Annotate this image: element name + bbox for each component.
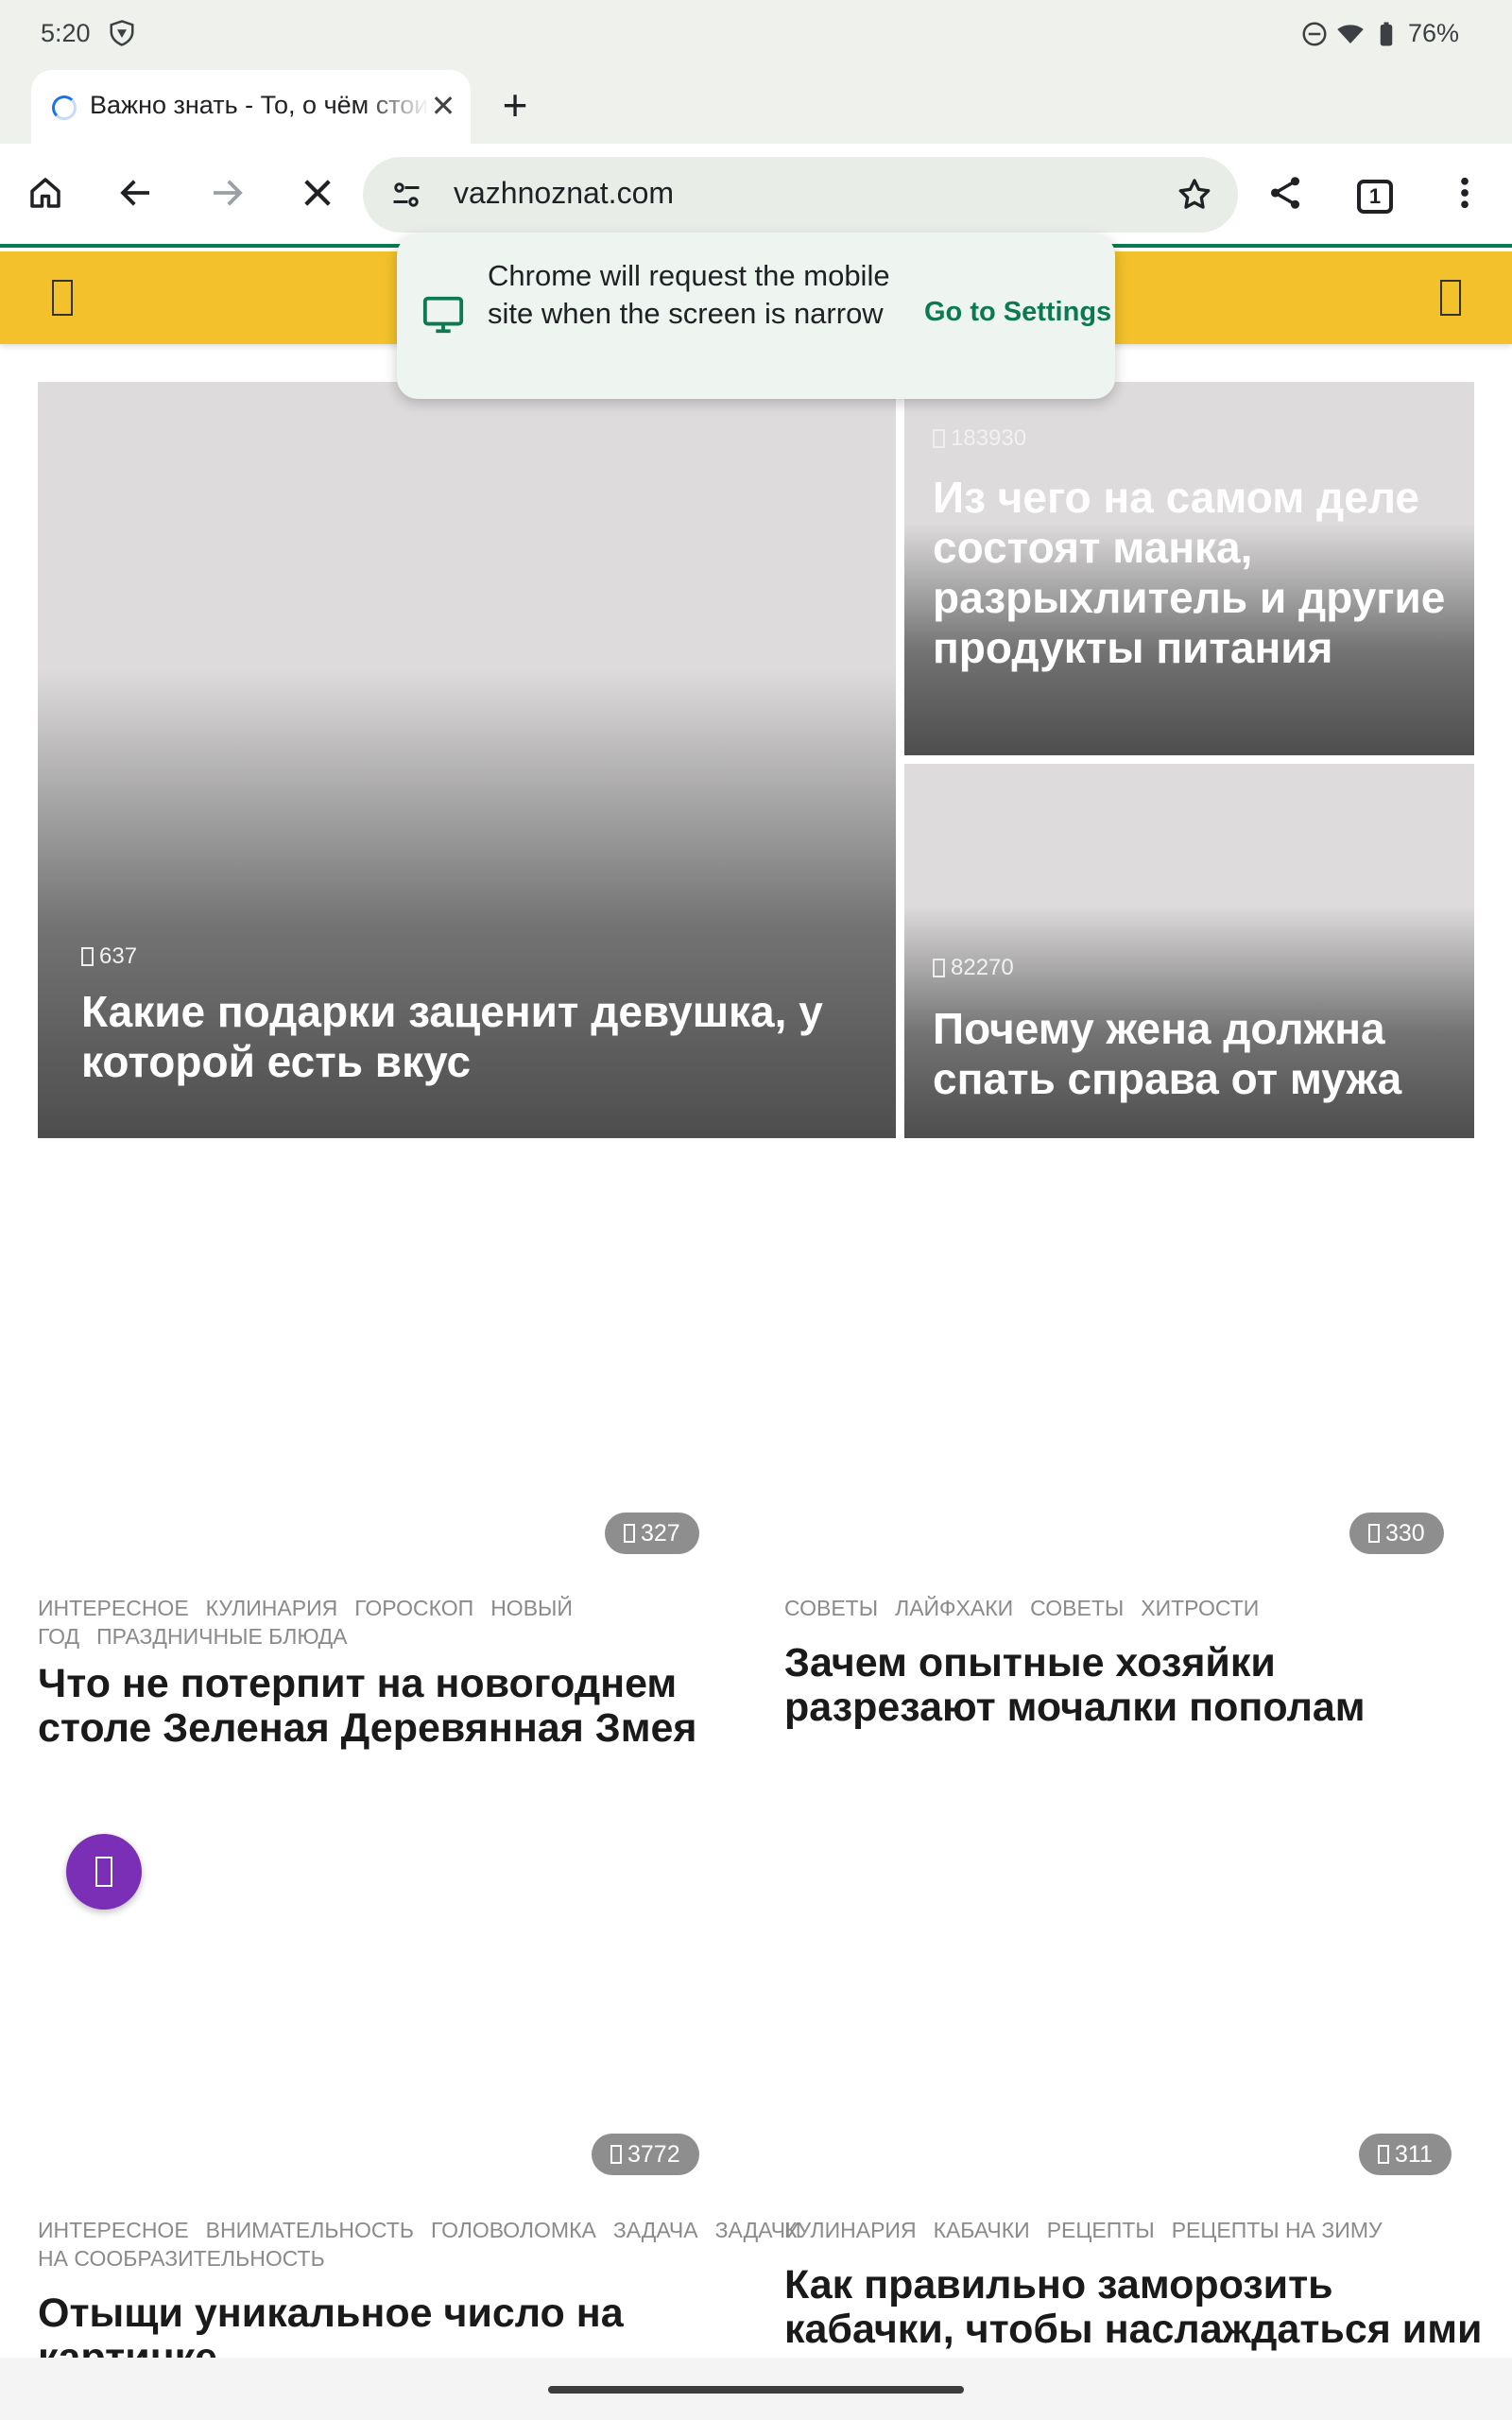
tab-title: Важно знать - То, о чём стоит знать	[90, 91, 430, 119]
hero-title: Почему жена должна спать справа от мужа	[933, 1004, 1402, 1103]
hero-views: 637	[81, 943, 137, 970]
wifi-icon	[1337, 24, 1364, 43]
menu-button[interactable]	[1438, 166, 1491, 219]
comment-icon	[1378, 2145, 1389, 2164]
tag-link[interactable]: Интересное	[38, 1596, 189, 1620]
back-button[interactable]	[110, 166, 163, 219]
bell-icon	[95, 1857, 112, 1887]
status-right: 76%	[1300, 19, 1459, 48]
system-nav-bar	[0, 2358, 1512, 2420]
home-button[interactable]	[19, 166, 72, 219]
forward-button[interactable]	[200, 166, 253, 219]
new-tab-button[interactable]: +	[491, 83, 539, 130]
comment-count-badge: 330	[1349, 1512, 1444, 1554]
hero-views: 183930	[933, 425, 1026, 452]
article-tags: Интересное Кулинария Гороскоп Новый год Праз…	[38, 1594, 718, 1651]
popup-message: Chrome will request the mobile site when…	[488, 259, 890, 330]
eye-icon	[933, 959, 945, 977]
tag-link[interactable]: Лайфхаки	[895, 1596, 1013, 1620]
comment-icon	[1368, 1524, 1380, 1543]
tab-switcher-button[interactable]: 1	[1357, 180, 1393, 214]
tag-link[interactable]: Головоломка	[431, 2218, 596, 2242]
tag-link[interactable]: Праздничные блюда	[96, 1624, 347, 1649]
tag-link[interactable]: Внимательность	[206, 2218, 414, 2242]
browser-toolbar: vazhnoznat.com 1	[0, 144, 1512, 248]
tab-close-icon[interactable]: ✕	[427, 90, 459, 122]
back-arrow-icon	[120, 180, 149, 206]
tag-link[interactable]: Кабачки	[934, 2218, 1030, 2242]
search-icon[interactable]	[1440, 280, 1461, 316]
desktop-monitor-icon	[422, 296, 464, 334]
loading-spinner-icon	[52, 95, 77, 120]
stop-loading-button[interactable]	[291, 166, 344, 219]
article-tags: Интересное Внимательность Головоломка Задач…	[38, 2216, 801, 2273]
tag-link[interactable]: Задача	[613, 2218, 698, 2242]
hero-card-main[interactable]: 637 Какие подарки заценит девушка, у кот…	[38, 382, 896, 1138]
tag-link[interactable]: Интересное	[38, 2218, 189, 2242]
tag-link[interactable]: Советы	[784, 1596, 878, 1620]
hero-title: Какие подарки заценит девушка, у которой…	[81, 987, 823, 1086]
vpn-icon	[110, 20, 134, 46]
tag-link[interactable]: Советы	[1030, 1596, 1124, 1620]
article-title[interactable]: Что не потерпит на новогоднем столе Зеле…	[38, 1662, 718, 1751]
do-not-disturb-icon	[1302, 22, 1327, 45]
floating-action-button[interactable]	[66, 1834, 142, 1910]
article-title[interactable]: Зачем опытные хозяйки разрезают мочалки …	[784, 1641, 1484, 1730]
tag-link[interactable]: Рецепты на зиму	[1172, 2218, 1383, 2242]
tag-link[interactable]: Рецепты	[1047, 2218, 1155, 2242]
comment-icon	[610, 2145, 622, 2164]
hero-title: Из чего на самом деле состоят манка, раз…	[933, 473, 1446, 672]
active-tab[interactable]: Важно знать - То, о чём стоит знать ✕	[31, 70, 471, 144]
comment-count-badge: 327	[605, 1512, 699, 1554]
comment-count-badge: 311	[1359, 2134, 1452, 2175]
tag-link[interactable]: Хитрости	[1141, 1596, 1259, 1620]
hero-card-top-right[interactable]: 183930 Из чего на самом деле состоят ман…	[904, 382, 1474, 755]
close-icon	[304, 180, 331, 206]
hero-views: 82270	[933, 955, 1014, 981]
article-tags: Советы Лайфхаки Советы Хитрости	[784, 1594, 1484, 1622]
home-icon	[30, 178, 60, 208]
eye-icon	[933, 429, 945, 448]
bookmark-star-icon[interactable]	[1176, 176, 1213, 214]
address-bar[interactable]: vazhnoznat.com	[363, 157, 1238, 233]
forward-arrow-icon	[214, 180, 243, 206]
tag-link[interactable]: Кулинария	[206, 1596, 338, 1620]
battery-percent: 76%	[1407, 19, 1459, 47]
more-vert-icon	[1461, 177, 1469, 209]
screen: 5:20 76% Важно знать - То, о чём стоит з…	[0, 0, 1512, 2420]
menu-icon[interactable]	[52, 280, 73, 316]
eye-icon	[81, 947, 94, 966]
status-time: 5:20	[41, 19, 91, 47]
status-bar: 5:20 76%	[0, 0, 1512, 68]
mobile-site-popup: Chrome will request the mobile site when…	[397, 234, 1115, 399]
battery-icon	[1380, 22, 1393, 45]
comment-icon	[624, 1524, 635, 1543]
tab-strip: Важно знать - То, о чём стоит знать ✕ +	[0, 68, 1512, 144]
hero-card-bottom-right[interactable]: 82270 Почему жена должна спать справа от…	[904, 764, 1474, 1138]
site-settings-icon[interactable]	[389, 178, 423, 212]
share-button[interactable]	[1259, 166, 1312, 219]
tag-link[interactable]: Гороскоп	[354, 1596, 473, 1620]
comment-count-badge: 3772	[592, 2134, 699, 2175]
url-text: vazhnoznat.com	[454, 176, 675, 210]
home-gesture-handle[interactable]	[548, 2386, 964, 2394]
article-tags: Кулинария Кабачки Рецепты Рецепты на зиму	[784, 2216, 1484, 2244]
share-icon	[1270, 177, 1300, 209]
tag-link[interactable]: Кулинария	[784, 2218, 917, 2242]
go-to-settings-link[interactable]: Go to Settings	[924, 297, 1111, 328]
